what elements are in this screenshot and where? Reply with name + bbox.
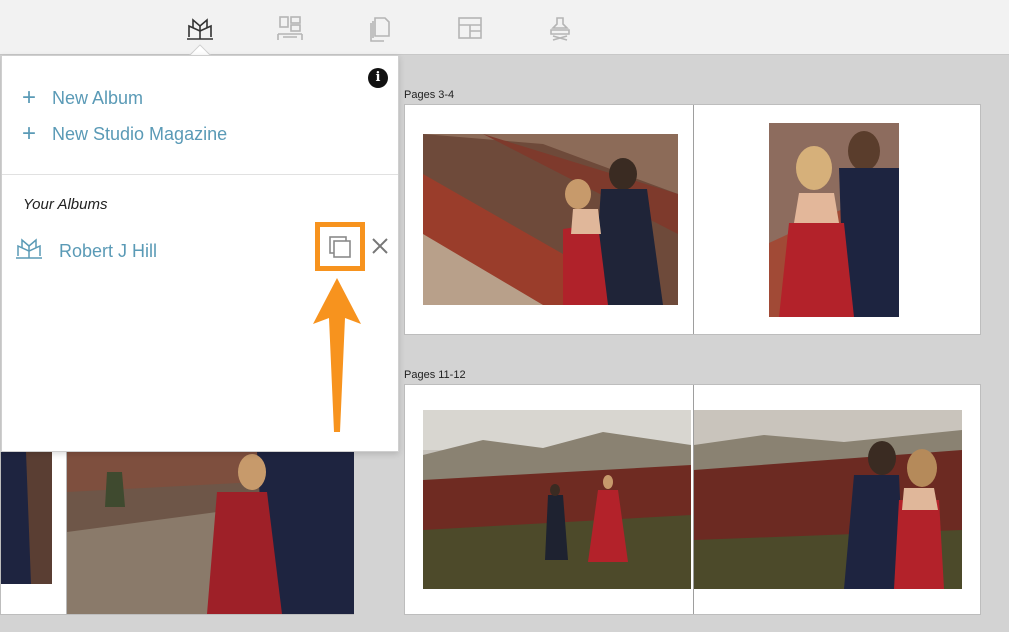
divider — [2, 174, 398, 175]
app-window: Pages 3-4 Pages 11-12 i + New Album + Ne… — [0, 0, 1009, 632]
photo-couple-hills[interactable] — [423, 134, 678, 305]
album-name: Robert J Hill — [59, 241, 158, 261]
spread-pages-11-12[interactable] — [404, 384, 981, 615]
duplicate-highlight — [315, 222, 365, 271]
photo-couple-walking[interactable] — [423, 410, 691, 589]
spread-label: Pages 11-12 — [404, 369, 466, 381]
plus-icon: + — [22, 120, 37, 147]
info-icon[interactable]: i — [368, 68, 388, 88]
spread-label: Pages 3-4 — [404, 89, 455, 101]
template-icon[interactable] — [454, 14, 486, 44]
layout-icon[interactable] — [274, 14, 306, 44]
photo-couple-desert[interactable] — [67, 452, 354, 614]
spread-partial[interactable] — [0, 452, 354, 615]
album-book-icon[interactable] — [184, 14, 216, 44]
close-icon[interactable] — [369, 235, 391, 257]
new-studio-magazine-button[interactable]: + New Studio Magazine — [22, 122, 227, 146]
new-studio-magazine-label: New Studio Magazine — [52, 123, 228, 144]
arrow-up-icon — [311, 276, 363, 434]
pages-icon[interactable] — [364, 14, 396, 44]
album-item[interactable]: Robert J Hill — [2, 222, 398, 271]
album-book-icon — [14, 236, 44, 262]
new-album-button[interactable]: + New Album — [22, 86, 143, 110]
spread-pages-3-4[interactable] — [404, 104, 981, 335]
duplicate-icon[interactable] — [328, 235, 352, 259]
photo-couple-portrait[interactable] — [769, 123, 899, 317]
new-album-label: New Album — [52, 87, 144, 108]
plus-icon: + — [22, 84, 37, 111]
stamp-icon[interactable] — [544, 14, 576, 44]
toolbar — [0, 0, 1009, 55]
photo-partial-left[interactable] — [1, 452, 52, 584]
your-albums-heading: Your Albums — [23, 196, 108, 213]
photo-couple-embrace[interactable] — [694, 410, 962, 589]
spread-gutter — [693, 105, 694, 334]
